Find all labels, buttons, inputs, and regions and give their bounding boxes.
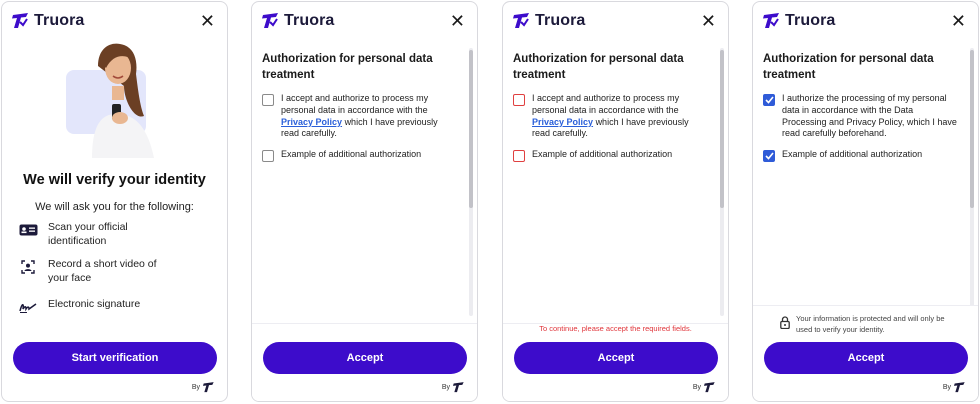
truora-logo-icon — [763, 13, 779, 28]
scrollbar[interactable] — [720, 48, 724, 316]
by-label: By — [441, 384, 450, 391]
additional-authorization-text: Example of additional authorization — [782, 149, 923, 159]
close-icon[interactable]: ✕ — [951, 12, 966, 30]
scrollbar-thumb[interactable] — [469, 50, 473, 208]
hero-illustration — [64, 40, 164, 158]
consent-privacy-text: I authorize the processing of my persona… — [782, 93, 957, 139]
face-scan-icon — [18, 260, 38, 274]
logo-wordmark: Truora — [535, 12, 586, 29]
consent-privacy-row: I accept and authorize to process my per… — [513, 93, 708, 140]
step-text: Electronic signature — [48, 298, 141, 310]
checkmark-icon — [764, 96, 774, 104]
truora-mark-icon — [954, 382, 965, 393]
step-record-video: Record a short video of your face — [18, 258, 178, 285]
authorization-screen-accepted: Truora ✕ Authorization for personal data… — [752, 1, 979, 402]
additional-authorization-text: Example of additional authorization — [281, 149, 422, 159]
by-label: By — [942, 384, 951, 391]
authorization-screen-error: Truora ✕ Authorization for personal data… — [502, 1, 729, 402]
accept-button[interactable]: Accept — [764, 342, 968, 374]
powered-by: By — [943, 382, 966, 393]
powered-by: By — [693, 382, 716, 393]
checkmark-icon — [764, 152, 774, 160]
scrollbar-thumb[interactable] — [720, 50, 724, 208]
signature-icon — [18, 300, 38, 314]
consent-privacy-checkbox[interactable] — [763, 94, 775, 106]
by-label: By — [191, 384, 200, 391]
privacy-policy-link[interactable]: Privacy Policy — [532, 117, 593, 127]
intro-screen: Truora ✕ We will verify your identity We… — [1, 1, 228, 402]
truora-logo: Truora — [262, 12, 334, 30]
truora-mark-icon — [453, 382, 464, 393]
truora-logo: Truora — [763, 12, 835, 30]
powered-by: By — [442, 382, 465, 393]
consent-privacy-checkbox[interactable] — [513, 94, 525, 106]
accept-button[interactable]: Accept — [263, 342, 467, 374]
logo-wordmark: Truora — [785, 12, 836, 29]
consent-prefix: I accept and authorize to process my per… — [281, 93, 429, 115]
close-icon[interactable]: ✕ — [450, 12, 465, 30]
accept-button[interactable]: Accept — [514, 342, 718, 374]
truora-logo-icon — [12, 13, 28, 28]
logo-wordmark: Truora — [34, 12, 85, 29]
step-text: Record a short video of your face — [48, 258, 157, 284]
logo-wordmark: Truora — [284, 12, 335, 29]
truora-mark-icon — [704, 382, 715, 393]
start-verification-button[interactable]: Start verification — [13, 342, 217, 374]
intro-title: We will verify your identity — [23, 172, 206, 188]
step-signature: Electronic signature — [18, 298, 140, 314]
truora-logo: Truora — [513, 12, 585, 30]
scrollbar[interactable] — [970, 48, 974, 316]
authorization-screen-default: Truora ✕ Authorization for personal data… — [251, 1, 478, 402]
consent-prefix: I accept and authorize to process my per… — [532, 93, 680, 115]
truora-logo-icon — [262, 13, 278, 28]
truora-logo-icon — [513, 13, 529, 28]
close-icon[interactable]: ✕ — [701, 12, 716, 30]
lock-icon — [780, 316, 790, 335]
additional-authorization-text: Example of additional authorization — [532, 149, 673, 159]
required-fields-error: To continue, please accept the required … — [539, 324, 692, 333]
scrollbar-thumb[interactable] — [970, 50, 974, 208]
truora-logo: Truora — [12, 12, 84, 30]
authorization-title: Authorization for personal data treatmen… — [763, 53, 934, 81]
additional-authorization-checkbox[interactable] — [262, 150, 274, 162]
consent-privacy-checkbox[interactable] — [262, 94, 274, 106]
step-text: Scan your official identification — [48, 221, 128, 247]
id-card-icon — [18, 223, 38, 237]
close-icon[interactable]: ✕ — [200, 12, 215, 30]
by-label: By — [692, 384, 701, 391]
powered-by: By — [192, 382, 215, 393]
additional-authorization-checkbox[interactable] — [513, 150, 525, 162]
privacy-policy-link[interactable]: Privacy Policy — [281, 117, 342, 127]
truora-mark-icon — [203, 382, 214, 393]
security-note-text: Your information is protected and will o… — [796, 314, 945, 334]
additional-authorization-row: Example of additional authorization — [262, 149, 457, 162]
additional-authorization-row: Example of additional authorization — [763, 149, 958, 162]
consent-privacy-text: I accept and authorize to process my per… — [532, 93, 708, 140]
additional-authorization-row: Example of additional authorization — [513, 149, 708, 162]
intro-subtitle: We will ask you for the following: — [35, 201, 194, 213]
authorization-title: Authorization for personal data treatmen… — [513, 53, 684, 81]
consent-privacy-row: I accept and authorize to process my per… — [262, 93, 457, 140]
scrollbar[interactable] — [469, 48, 473, 316]
authorization-title: Authorization for personal data treatmen… — [262, 53, 433, 81]
consent-privacy-text: I accept and authorize to process my per… — [281, 93, 457, 140]
security-note: Your information is protected and will o… — [780, 314, 960, 335]
step-scan-id: Scan your official identification — [18, 221, 148, 248]
consent-privacy-row: I authorize the processing of my persona… — [763, 93, 958, 140]
additional-authorization-checkbox[interactable] — [763, 150, 775, 162]
